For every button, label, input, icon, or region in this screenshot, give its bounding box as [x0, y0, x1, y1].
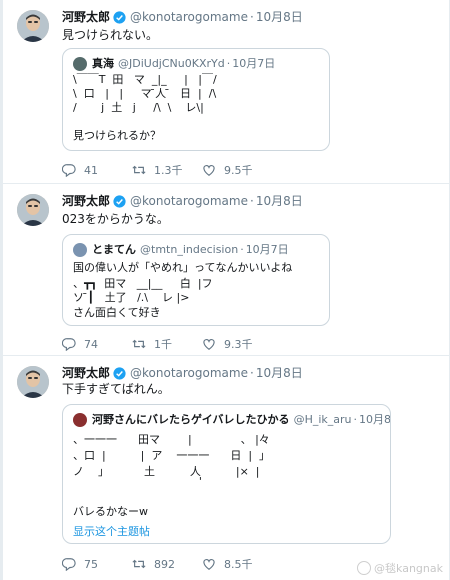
quoted-tweet[interactable]: とまてん @tmtn_indecision · 10月7日 国の偉い人が「やめれ…	[62, 234, 330, 326]
avatar[interactable]	[17, 10, 49, 42]
retweet-icon	[132, 165, 146, 175]
like-icon	[203, 164, 215, 176]
quoted-line: さん面白くて好き	[73, 306, 161, 319]
tweet-time[interactable]: 10月8日	[256, 193, 303, 209]
retweet-button[interactable]: 892	[132, 557, 202, 571]
tweet-text: 023をからかうな。	[62, 212, 169, 226]
quoted-line: バレるかなーw	[73, 505, 148, 518]
separator-dot: ·	[249, 366, 254, 380]
tweet-actions: 75 892 8.5千	[62, 556, 272, 572]
quoted-tweet-header: とまてん @tmtn_indecision · 10月7日	[73, 243, 289, 257]
tweet-text: 見つけられない。	[62, 28, 159, 42]
like-count: 8.5千	[224, 558, 253, 571]
like-button[interactable]: 8.5千	[202, 556, 272, 572]
like-icon	[203, 558, 215, 570]
tweet-header: 河野太郎 @konotarogomame · 10月8日	[62, 9, 303, 25]
retweet-count: 892	[154, 557, 175, 571]
author-name[interactable]: 河野太郎	[62, 9, 110, 25]
tweet[interactable]: 河野太郎 @konotarogomame · 10月8日 下手すぎてばれん。 河…	[3, 356, 449, 580]
reply-count: 74	[84, 337, 98, 351]
tweet[interactable]: 河野太郎 @konotarogomame · 10月8日 023をからかうな。 …	[3, 184, 449, 356]
watermark-text: @毯kangnak	[374, 562, 443, 575]
quoted-line: 、口 | | ア 一一一 日 | 」	[73, 449, 271, 462]
verified-icon	[113, 10, 126, 24]
retweet-count: 1.3千	[154, 164, 183, 177]
quoted-author-handle: @tmtn_indecision	[140, 243, 239, 256]
reply-button[interactable]: 75	[62, 557, 132, 571]
quoted-line: / j 土 j /\ \ レ\|	[73, 101, 204, 114]
quoted-line: \￣￣T 田 マ _|_ | |￣/	[73, 73, 217, 86]
separator-dot: ·	[226, 57, 231, 70]
like-button[interactable]: 9.3千	[202, 336, 272, 352]
quoted-author-name: とまてん	[92, 243, 136, 256]
quoted-line: 見つけられるか？	[73, 129, 161, 142]
like-count: 9.5千	[224, 164, 253, 177]
show-thread-link[interactable]: 显示这个主题帖	[73, 523, 150, 539]
quoted-avatar	[73, 413, 87, 427]
like-button[interactable]: 9.5千	[202, 162, 272, 178]
separator-dot: ·	[240, 243, 244, 256]
quoted-tweet-header: 真海 @JDiUdjCNu0KXrYd · 10月7日	[73, 57, 275, 71]
retweet-icon	[132, 559, 146, 569]
retweet-count: 1千	[154, 338, 172, 351]
separator-dot: ·	[249, 194, 254, 208]
quoted-author-name: 河野さんにバレたらゲイバレしたひかる	[92, 413, 290, 426]
reply-icon	[62, 164, 76, 177]
reply-button[interactable]: 74	[62, 337, 132, 351]
like-count: 9.3千	[224, 338, 253, 351]
tweet-actions: 41 1.3千 9.5千	[62, 162, 272, 178]
quoted-tweet-time: 10月7日	[245, 243, 289, 256]
quoted-avatar	[73, 57, 87, 71]
author-handle[interactable]: @konotarogomame	[130, 193, 248, 209]
avatar[interactable]	[17, 194, 49, 226]
quoted-line: '	[73, 475, 202, 488]
verified-icon	[113, 366, 126, 380]
tweet-actions: 74 1千 9.3千	[62, 336, 272, 352]
retweet-button[interactable]: 1.3千	[132, 162, 202, 178]
timeline: 河野太郎 @konotarogomame · 10月8日 見つけられない。 真海…	[2, 0, 449, 580]
weibo-icon	[357, 561, 372, 575]
quoted-tweet[interactable]: 真海 @JDiUdjCNu0KXrYd · 10月7日 \￣￣T 田 マ _|_…	[62, 48, 330, 151]
quoted-tweet-time: 10月7日	[232, 57, 276, 70]
quoted-tweet[interactable]: 河野さんにバレたらゲイバレしたひかる @H_ik_aru · 10月8日 、一一…	[62, 404, 391, 544]
reply-count: 75	[84, 557, 98, 571]
retweet-icon	[132, 339, 146, 349]
author-name[interactable]: 河野太郎	[62, 193, 110, 209]
tweet-header: 河野太郎 @konotarogomame · 10月8日	[62, 193, 303, 209]
reply-button[interactable]: 41	[62, 163, 132, 177]
author-name[interactable]: 河野太郎	[62, 365, 110, 381]
tweet-time[interactable]: 10月8日	[256, 365, 303, 381]
author-handle[interactable]: @konotarogomame	[130, 9, 248, 25]
reply-icon	[62, 338, 76, 351]
quoted-tweet-time: 10月8日	[359, 413, 391, 426]
quoted-line: \ 口 | | マ ̄人 ̄ 日 | /\	[73, 87, 217, 100]
tweet-header: 河野太郎 @konotarogomame · 10月8日	[62, 365, 303, 381]
tweet-text: 下手すぎてばれん。	[62, 382, 170, 396]
tweet[interactable]: 河野太郎 @konotarogomame · 10月8日 見つけられない。 真海…	[3, 0, 449, 184]
separator-dot: ·	[353, 413, 358, 426]
retweet-button[interactable]: 1千	[132, 336, 202, 352]
quoted-author-handle: @H_ik_aru	[293, 413, 352, 426]
quoted-line: 、一一一 田マ | 、 |々	[73, 433, 270, 446]
reply-count: 41	[84, 163, 98, 177]
author-handle[interactable]: @konotarogomame	[130, 365, 248, 381]
quoted-line: 国の偉い人が「やめれ」ってなんかいいよね	[73, 261, 293, 274]
quoted-author-handle: @JDiUdjCNu0KXrYd	[118, 57, 225, 70]
tweet-time[interactable]: 10月8日	[256, 9, 303, 25]
quoted-author-name: 真海	[92, 57, 114, 70]
like-icon	[203, 338, 215, 350]
reply-icon	[62, 558, 76, 571]
verified-icon	[113, 194, 126, 208]
quoted-tweet-header: 河野さんにバレたらゲイバレしたひかる @H_ik_aru · 10月8日	[73, 413, 391, 427]
separator-dot: ·	[249, 10, 254, 24]
quoted-line: ソ ̄┃ 土了 /.\ レ |>	[73, 291, 190, 304]
quoted-avatar	[73, 243, 87, 257]
quoted-line: 、┳┓ 田マ __|__ 白 |フ	[73, 277, 213, 290]
watermark: @毯kangnak	[357, 560, 443, 576]
avatar[interactable]	[17, 366, 49, 398]
